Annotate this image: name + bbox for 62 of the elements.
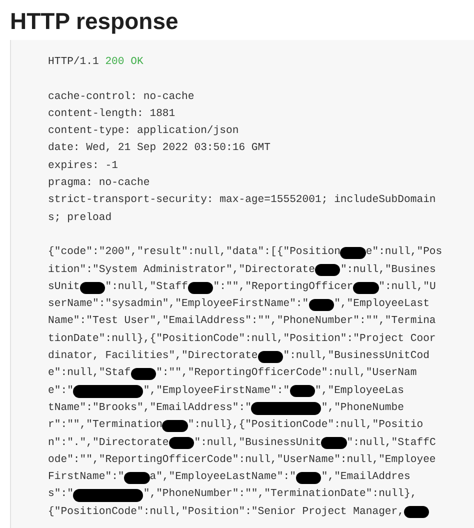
header-line: cache-control: no-cache xyxy=(48,90,194,105)
redaction-mark xyxy=(73,488,144,502)
redaction-mark xyxy=(258,350,284,363)
redaction-mark xyxy=(290,385,315,398)
json-text: tName":"Brooks","EmailAddress":" xyxy=(48,400,252,416)
json-text: a","EmployeeLastName":" xyxy=(150,470,296,486)
json-text: ":null,"Staff xyxy=(105,280,188,295)
json-text: s":" xyxy=(48,487,74,502)
redaction-mark xyxy=(188,282,214,294)
header-line: content-length: 1881 xyxy=(48,106,176,122)
json-text: {"PositionCode":null,"Position":"Senior Project Manager, xyxy=(48,504,404,520)
json-text: ","PhoneNumbe xyxy=(321,400,404,416)
json-text: e":null,"Staf xyxy=(48,366,131,382)
header-line: content-type: application/json xyxy=(48,124,239,140)
redaction-mark xyxy=(315,264,340,276)
json-text: ition":"System Administrator","Directorate xyxy=(48,262,316,278)
json-text: ","PhoneNumber":"","TerminationDate":null}, xyxy=(143,487,417,502)
redaction-mark xyxy=(251,402,322,416)
json-text: ","EmployeeFirstName":" xyxy=(143,384,290,399)
header-line: s; preload xyxy=(48,210,112,226)
redaction-mark xyxy=(168,437,194,450)
json-text: FirstName":" xyxy=(48,470,124,486)
redaction-mark xyxy=(124,472,150,484)
header-line: pragma: no-cache xyxy=(48,176,150,192)
redaction-mark xyxy=(340,246,366,259)
json-text: e":null,"Pos xyxy=(366,245,442,260)
redaction-mark xyxy=(404,506,430,518)
json-text: ","EmployeeLas xyxy=(315,384,404,399)
json-text: e":" xyxy=(48,384,74,399)
redaction-mark xyxy=(162,420,188,432)
redaction-mark xyxy=(353,282,379,294)
json-text: ","EmployeeLast xyxy=(334,297,430,312)
json-text: Name":"Test User","EmailAddress":"","PhoneNumber":"","Termina xyxy=(48,314,436,330)
json-text: ode":"","ReportingOfficerCode":null,"UserName":null,"Employee xyxy=(48,452,436,468)
header-line: strict-transport-security: max-age=15552001; includeSubDomain xyxy=(48,193,436,208)
json-text: ":"","ReportingOfficerCode":null,"UserNam xyxy=(156,366,417,382)
redaction-mark xyxy=(73,384,144,398)
protocol-version: HTTP/1.1 xyxy=(48,56,99,68)
redaction-mark xyxy=(130,368,156,380)
json-text: tionDate":null},{"PositionCode":null,"Position":"Project Coor xyxy=(48,332,436,347)
section-title: HTTP response xyxy=(9,7,180,36)
status-code: 200 OK xyxy=(105,56,144,68)
redaction-mark xyxy=(80,282,106,294)
json-text: sUnit xyxy=(48,280,80,295)
json-text: serName":"sysadmin","EmployeeFirstName":" xyxy=(48,297,309,312)
json-text: ":null,"BusinessUnit xyxy=(194,436,322,451)
header-line: date: Wed, 21 Sep 2022 03:50:16 GMT xyxy=(48,141,271,156)
json-text: ":null,"StaffC xyxy=(346,436,436,451)
redaction-mark xyxy=(308,298,334,311)
json-text: dinator, Facilities","Directorate xyxy=(48,349,258,364)
json-text: r":"","Termination xyxy=(48,418,162,434)
header-line: expires: -1 xyxy=(48,158,118,174)
json-text: ":null,"U xyxy=(378,280,436,295)
redaction-mark xyxy=(296,472,322,484)
json-text: ":null},{"PositionCode":null,"Positio xyxy=(188,418,424,434)
json-text: {"code":"200","result":null,"data":[{"Position xyxy=(48,245,340,260)
json-text: n":".","Directorate xyxy=(48,436,169,451)
json-text: ":"","ReportingOfficer xyxy=(213,280,354,295)
json-text: ","EmailAddres xyxy=(321,470,410,486)
json-text: ":null,"BusinessUnitCod xyxy=(283,349,430,364)
json-text: ":null,"Busines xyxy=(340,262,436,278)
redaction-mark xyxy=(321,437,347,450)
